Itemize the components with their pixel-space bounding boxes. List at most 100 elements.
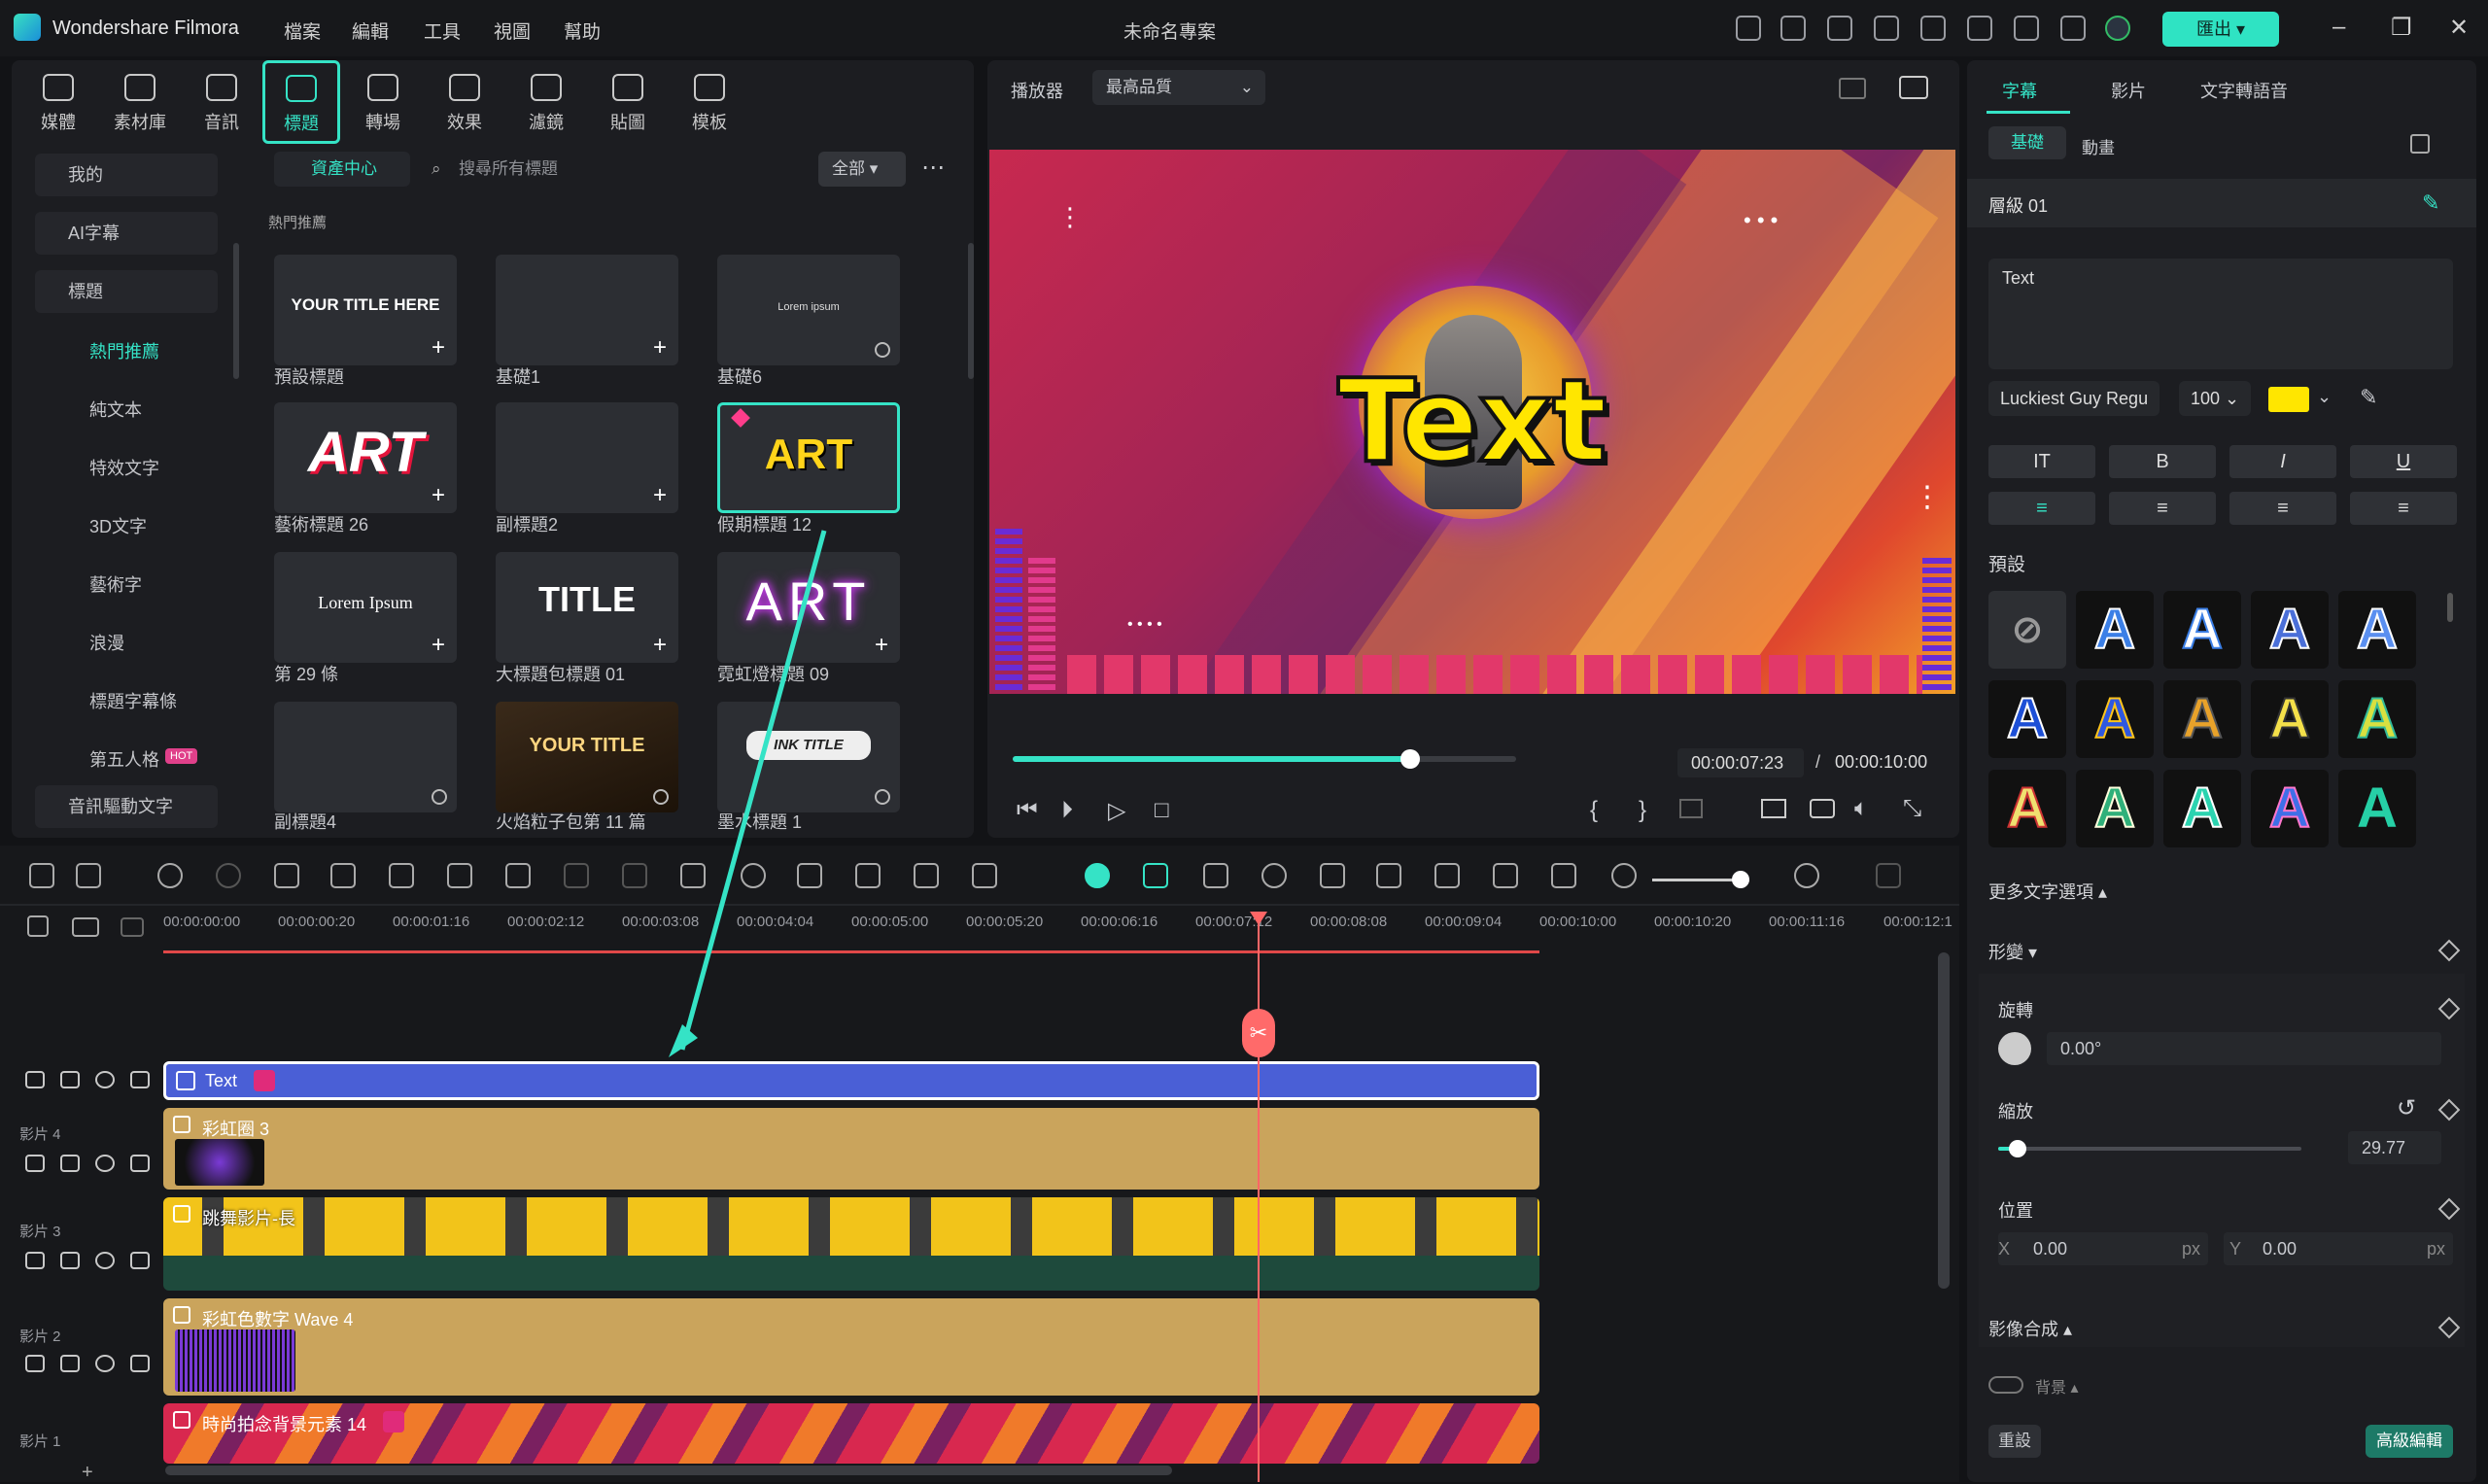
preset-item[interactable]: A <box>2163 770 2241 847</box>
quality-dropdown[interactable]: 最高品質 ⌄ <box>1092 70 1265 105</box>
preset-item[interactable]: A <box>2338 680 2416 758</box>
pen-icon[interactable] <box>130 1355 150 1372</box>
zoom-slider-handle[interactable] <box>1732 871 1749 888</box>
download-icon[interactable] <box>875 342 890 358</box>
subnav-hot[interactable]: 熱門推薦 <box>89 338 159 363</box>
title-card[interactable]: Lorem ipsum <box>717 255 900 365</box>
subnav-identity-v[interactable]: 第五人格 <box>89 746 159 772</box>
more-icon[interactable]: ⋯ <box>921 154 945 182</box>
background-toggle[interactable] <box>1988 1376 2023 1394</box>
nav-scrollbar[interactable] <box>233 243 239 379</box>
tab-text-to-speech[interactable]: 文字轉語音 <box>2200 78 2288 103</box>
preset-none-icon[interactable]: ⊘ <box>1988 591 2066 669</box>
save-preset-icon[interactable] <box>2410 134 2430 154</box>
save-icon[interactable] <box>1920 16 1946 41</box>
mark-out-icon[interactable]: } <box>1639 797 1646 824</box>
menu-help[interactable]: 幫助 <box>564 17 601 44</box>
menu-view[interactable]: 視圖 <box>494 17 531 44</box>
italic-button[interactable]: I <box>2229 445 2336 478</box>
tab-stock[interactable]: 素材庫 <box>101 68 179 134</box>
subtab-basic[interactable]: 基礎 <box>1988 126 2066 159</box>
preset-item[interactable]: A <box>2338 591 2416 669</box>
maximize-icon[interactable]: ❐ <box>2391 14 2412 42</box>
eye-icon[interactable] <box>95 1071 115 1088</box>
underline-button[interactable]: U <box>2350 445 2457 478</box>
add-icon[interactable]: + <box>428 634 449 657</box>
pen-icon[interactable] <box>130 1071 150 1088</box>
title-card[interactable]: TITLE + <box>496 552 678 663</box>
title-card[interactable]: ART + <box>274 402 457 513</box>
menu-tools[interactable]: 工具 <box>424 17 461 44</box>
preset-item[interactable]: A <box>2076 770 2154 847</box>
progress-handle[interactable] <box>1400 749 1421 769</box>
playhead-line[interactable] <box>1258 914 1260 1482</box>
tab-video[interactable]: 影片 <box>2111 78 2146 103</box>
text-content-input[interactable]: Text <box>1988 259 2453 369</box>
bold-button[interactable]: B <box>2109 445 2216 478</box>
volume-icon[interactable]: 🔈︎ <box>1854 795 1868 822</box>
avatar[interactable] <box>2105 16 2130 41</box>
motion-icon[interactable] <box>855 863 881 888</box>
audio-mix-icon[interactable] <box>1434 863 1460 888</box>
add-icon[interactable]: + <box>649 484 671 507</box>
keyframe-transform-icon[interactable] <box>2437 939 2461 962</box>
pen-icon[interactable] <box>130 1155 150 1172</box>
text-clip[interactable]: Text <box>163 1061 1539 1100</box>
zoom-out-icon[interactable] <box>1611 863 1637 888</box>
font-dropdown[interactable]: Luckiest Guy Regu <box>1988 381 2160 416</box>
add-icon[interactable]: + <box>82 1462 93 1484</box>
ai-edit-icon[interactable]: ✎ <box>2422 190 2439 216</box>
speaker-icon[interactable] <box>60 1155 80 1172</box>
preset-item[interactable]: A <box>2076 591 2154 669</box>
video-clip[interactable]: 彩虹色數字 Wave 4 <box>163 1298 1539 1396</box>
scale-slider[interactable] <box>1998 1140 2301 1157</box>
close-icon[interactable]: ✕ <box>2449 14 2469 42</box>
add-track-icon[interactable] <box>121 917 144 937</box>
tab-subtitle[interactable]: 字幕 <box>2002 78 2037 103</box>
fit-icon[interactable] <box>1551 863 1576 888</box>
audio-edit-icon[interactable] <box>389 863 414 888</box>
eye-icon[interactable] <box>95 1252 115 1269</box>
nav-audio-driven[interactable]: 音訊驅動文字 <box>35 785 218 828</box>
title-card[interactable]: Lorem Ipsum + <box>274 552 457 663</box>
playback-progress-bar[interactable] <box>1013 749 1516 769</box>
title-card[interactable]: + <box>496 255 678 365</box>
download-icon[interactable] <box>432 789 447 805</box>
scale-slider-handle[interactable] <box>2009 1140 2027 1157</box>
crop-icon[interactable] <box>505 863 531 888</box>
preset-item[interactable]: A <box>1988 680 2066 758</box>
gift-icon[interactable] <box>1736 16 1761 41</box>
subnav-plain[interactable]: 純文本 <box>89 397 142 422</box>
subnav-romance[interactable]: 浪漫 <box>89 630 124 655</box>
tab-media[interactable]: 媒體 <box>19 68 97 134</box>
title-card[interactable]: YOUR TITLE <box>496 702 678 812</box>
undo-icon[interactable] <box>157 863 183 888</box>
keyframe-scale-icon[interactable] <box>2437 1098 2461 1122</box>
add-icon[interactable]: + <box>649 336 671 360</box>
letter-spacing-button[interactable]: IT <box>1988 445 2095 478</box>
color-icon[interactable] <box>622 863 647 888</box>
delete-icon[interactable] <box>274 863 299 888</box>
face-icon[interactable] <box>914 863 939 888</box>
fullscreen-icon[interactable]: ⤡ <box>1903 795 1921 822</box>
title-card-selected[interactable]: ART <box>717 402 900 513</box>
position-y-input[interactable]: Y 0.00 px <box>2224 1232 2453 1265</box>
export-button[interactable]: 匯出 ▾ <box>2162 12 2279 47</box>
display-icon[interactable] <box>1761 799 1786 818</box>
mark-in-icon[interactable]: { <box>1590 797 1598 824</box>
search-input[interactable]: ⌕ 搜尋所有標題 <box>420 152 809 187</box>
reset-button[interactable]: 重設 <box>1988 1425 2041 1458</box>
video-clip[interactable]: 時尚拍念背景元素 14 <box>163 1403 1539 1464</box>
preset-item[interactable]: A <box>2338 770 2416 847</box>
position-x-input[interactable]: X 0.00 px <box>1998 1232 2208 1265</box>
lock-icon[interactable] <box>25 1355 45 1372</box>
asset-center-button[interactable]: 資產中心 <box>274 152 410 187</box>
lock-icon[interactable] <box>25 1252 45 1269</box>
marker-icon[interactable] <box>1679 799 1703 818</box>
preview-title-text[interactable]: Text <box>989 352 1955 490</box>
preset-scrollbar[interactable] <box>2447 593 2453 622</box>
panel-layout-icon[interactable] <box>1876 863 1901 888</box>
link-icon[interactable] <box>27 915 49 937</box>
layout-icon[interactable] <box>1874 16 1899 41</box>
preset-item[interactable]: A <box>2163 591 2241 669</box>
